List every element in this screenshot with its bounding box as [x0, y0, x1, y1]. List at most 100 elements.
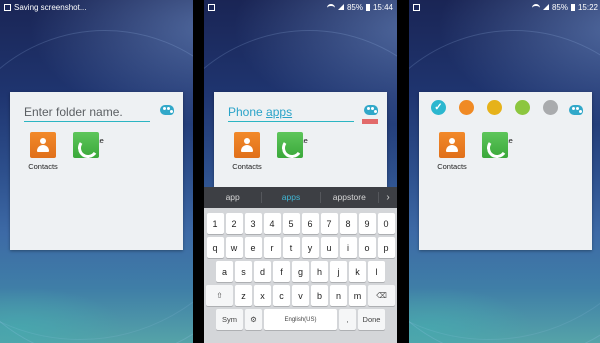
folder-name-text: Phone	[228, 105, 267, 119]
chevron-right-icon[interactable]: ›	[379, 192, 397, 203]
screenshot-notification-icon	[4, 3, 11, 11]
done-key[interactable]: Done	[358, 309, 385, 330]
key[interactable]: g	[292, 261, 309, 282]
folder-name-input[interactable]: Phone apps	[228, 102, 354, 122]
contacts-icon	[30, 132, 56, 158]
palette-icon[interactable]	[364, 105, 378, 115]
palette-dot	[374, 110, 377, 113]
key[interactable]: l	[368, 261, 385, 282]
key[interactable]: y	[301, 237, 319, 258]
key[interactable]: j	[330, 261, 347, 282]
status-bar: 85% 15:22	[409, 0, 600, 14]
key[interactable]: 8	[339, 213, 357, 234]
gallery-notification-icon	[208, 3, 215, 11]
key[interactable]: p	[377, 237, 395, 258]
key[interactable]: f	[273, 261, 290, 282]
settings-gear-icon[interactable]: ⚙	[245, 309, 262, 330]
key[interactable]: e	[244, 237, 262, 258]
app-contacts[interactable]: Contacts	[227, 132, 267, 171]
palette-icon[interactable]	[160, 105, 174, 115]
key[interactable]: k	[349, 261, 366, 282]
key[interactable]: w	[225, 237, 243, 258]
app-phone[interactable]: Phone	[277, 132, 317, 158]
key[interactable]: x	[254, 285, 271, 306]
shift-icon[interactable]: ⇧	[206, 285, 233, 306]
key[interactable]: 1	[206, 213, 224, 234]
palette-dot	[170, 110, 173, 113]
app-phone[interactable]: Phone	[482, 132, 522, 158]
color-option-green[interactable]	[515, 100, 530, 115]
key[interactable]: r	[263, 237, 281, 258]
color-option-orange[interactable]	[459, 100, 474, 115]
phone-screen-3: 85% 15:22 ✓ Contacts	[409, 0, 600, 343]
keyboard-row-numbers: 1 2 3 4 5 6 7 8 9 0	[206, 213, 395, 234]
folder-name-input[interactable]: Enter folder name.	[24, 102, 150, 122]
key[interactable]: 3	[244, 213, 262, 234]
punctuation-key[interactable]: ,	[339, 309, 356, 330]
battery-icon	[365, 3, 370, 11]
key[interactable]: v	[292, 285, 309, 306]
palette-icon[interactable]	[569, 105, 583, 115]
phone-screen-2: 85% 15:44 Phone apps Contacts app apps a…	[204, 0, 397, 343]
key[interactable]: 7	[320, 213, 338, 234]
key[interactable]: q	[206, 237, 224, 258]
app-contacts[interactable]: Contacts	[23, 132, 63, 171]
key[interactable]: 2	[225, 213, 243, 234]
key[interactable]: c	[273, 285, 290, 306]
suggestion-item[interactable]: app	[204, 192, 263, 203]
key[interactable]: m	[349, 285, 366, 306]
key[interactable]: i	[339, 237, 357, 258]
key[interactable]: 9	[358, 213, 376, 234]
key[interactable]: 4	[263, 213, 281, 234]
folder-color-indicator	[362, 119, 378, 124]
color-option-gray[interactable]	[543, 100, 558, 115]
suggestion-item[interactable]: appstore	[321, 192, 379, 203]
key[interactable]: z	[235, 285, 252, 306]
backspace-icon[interactable]: ⌫	[368, 285, 395, 306]
key[interactable]: n	[330, 285, 347, 306]
screenshot-stage: Saving screenshot... Enter folder name. …	[0, 0, 600, 343]
key[interactable]: 6	[301, 213, 319, 234]
key[interactable]: h	[311, 261, 328, 282]
battery-percent: 85%	[551, 2, 568, 12]
keyboard: 1 2 3 4 5 6 7 8 9 0 q w e r t y u i o p …	[204, 208, 397, 343]
app-label: Contacts	[28, 162, 58, 171]
palette-dot	[572, 107, 575, 110]
key[interactable]: t	[282, 237, 300, 258]
key[interactable]: 0	[377, 213, 395, 234]
key[interactable]: o	[358, 237, 376, 258]
battery-percent: 85%	[346, 2, 363, 12]
app-contacts[interactable]: Contacts	[432, 132, 472, 171]
color-option-yellow[interactable]	[487, 100, 502, 115]
key[interactable]: b	[311, 285, 328, 306]
palette-dot	[367, 107, 370, 110]
key[interactable]: u	[320, 237, 338, 258]
phone-icon	[73, 132, 99, 158]
phone-icon	[482, 132, 508, 158]
color-option-teal[interactable]: ✓	[431, 100, 446, 115]
key[interactable]: 5	[282, 213, 300, 234]
suggestion-bar: app apps appstore ›	[204, 187, 397, 208]
status-time: 15:44	[372, 2, 393, 12]
sym-key[interactable]: Sym	[216, 309, 243, 330]
signal-icon	[542, 4, 549, 10]
suggestion-item[interactable]: apps	[262, 192, 321, 203]
status-time: 15:22	[577, 2, 598, 12]
gallery-notification-icon	[413, 3, 420, 11]
wifi-icon	[531, 4, 540, 10]
battery-icon	[570, 3, 575, 11]
space-key[interactable]: English(US)	[264, 309, 337, 330]
keyboard-row-zxcv: ⇧ z x c v b n m ⌫	[206, 285, 395, 306]
folder-name-composing-text: apps	[266, 105, 293, 119]
key[interactable]: d	[254, 261, 271, 282]
phone-icon	[277, 132, 303, 158]
key[interactable]: a	[216, 261, 233, 282]
app-phone[interactable]: Phone	[73, 132, 113, 158]
keyboard-row-bottom: Sym ⚙ English(US) , Done	[206, 309, 395, 330]
status-bar: 85% 15:44	[204, 0, 397, 14]
contacts-icon	[234, 132, 260, 158]
keyboard-row-qwerty: q w e r t y u i o p	[206, 237, 395, 258]
phone-screen-1: Saving screenshot... Enter folder name. …	[0, 0, 193, 343]
key[interactable]: s	[235, 261, 252, 282]
check-icon: ✓	[434, 102, 443, 113]
